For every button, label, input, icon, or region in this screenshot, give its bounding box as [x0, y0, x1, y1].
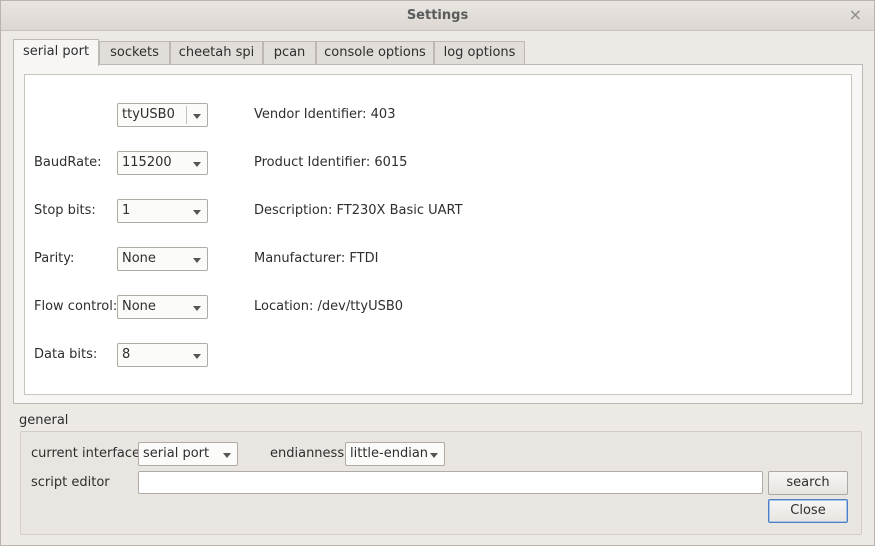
tab-pcan[interactable]: pcan [263, 41, 316, 65]
tab-cheetah-spi[interactable]: cheetah spi [170, 41, 263, 65]
serial-port-panel: ttyUSB0 Vendor Identifier: 403 BaudRate:… [24, 74, 852, 395]
parity-label: Parity: [34, 251, 75, 266]
description-label: Description: FT230X Basic UART [254, 203, 463, 218]
endianness-value: little-endian [350, 446, 429, 461]
tab-serial-port[interactable]: serial port [13, 39, 99, 66]
serial-port-tab-pane: ttyUSB0 Vendor Identifier: 403 BaudRate:… [13, 64, 863, 404]
chevron-down-icon [223, 453, 231, 458]
data-bits-select[interactable]: 8 [117, 343, 208, 367]
chevron-down-icon [193, 114, 201, 119]
flow-control-label: Flow control: [34, 299, 118, 314]
tab-log-options[interactable]: log options [434, 41, 525, 65]
baudrate-label: BaudRate: [34, 155, 102, 170]
chevron-down-icon [193, 258, 201, 263]
port-select-value: ttyUSB0 [122, 107, 175, 122]
search-button[interactable]: search [768, 471, 848, 495]
endianness-label: endianness [270, 446, 345, 461]
chevron-down-icon [193, 354, 201, 359]
current-interface-label: current interface [31, 446, 141, 461]
vendor-identifier-label: Vendor Identifier: 403 [254, 107, 396, 122]
data-bits-label: Data bits: [34, 347, 98, 362]
stop-bits-label: Stop bits: [34, 203, 96, 218]
parity-select[interactable]: None [117, 247, 208, 271]
chevron-down-icon [193, 210, 201, 215]
data-bits-select-value: 8 [122, 347, 131, 362]
location-label: Location: /dev/ttyUSB0 [254, 299, 404, 314]
chevron-down-icon [193, 162, 201, 167]
tab-sockets[interactable]: sockets [99, 41, 170, 65]
tab-console-options[interactable]: console options [316, 41, 434, 65]
baudrate-select-value: 115200 [122, 155, 172, 170]
port-select[interactable]: ttyUSB0 [117, 103, 208, 127]
close-icon[interactable]: × [849, 5, 862, 25]
chevron-down-icon [430, 453, 438, 458]
settings-window: Settings × serial port sockets cheetah s… [0, 0, 875, 546]
general-group-title: general [19, 413, 69, 428]
window-title: Settings [406, 8, 469, 23]
current-interface-select[interactable]: serial port [138, 442, 238, 466]
general-group: current interface serial port endianness… [20, 431, 862, 535]
product-identifier-label: Product Identifier: 6015 [254, 155, 408, 170]
stop-bits-select[interactable]: 1 [117, 199, 208, 223]
flow-control-select[interactable]: None [117, 295, 208, 319]
flow-control-select-value: None [122, 299, 156, 314]
stop-bits-select-value: 1 [122, 203, 131, 218]
chevron-down-icon [193, 306, 201, 311]
parity-select-value: None [122, 251, 156, 266]
current-interface-value: serial port [143, 446, 210, 461]
title-bar[interactable]: Settings × [1, 1, 874, 31]
close-button[interactable]: Close [768, 499, 848, 523]
endianness-select[interactable]: little-endian [345, 442, 445, 466]
script-editor-label: script editor [31, 475, 110, 490]
baudrate-select[interactable]: 115200 [117, 151, 208, 175]
manufacturer-label: Manufacturer: FTDI [254, 251, 379, 266]
script-editor-field[interactable] [138, 471, 763, 494]
port-select-separator [186, 106, 187, 124]
